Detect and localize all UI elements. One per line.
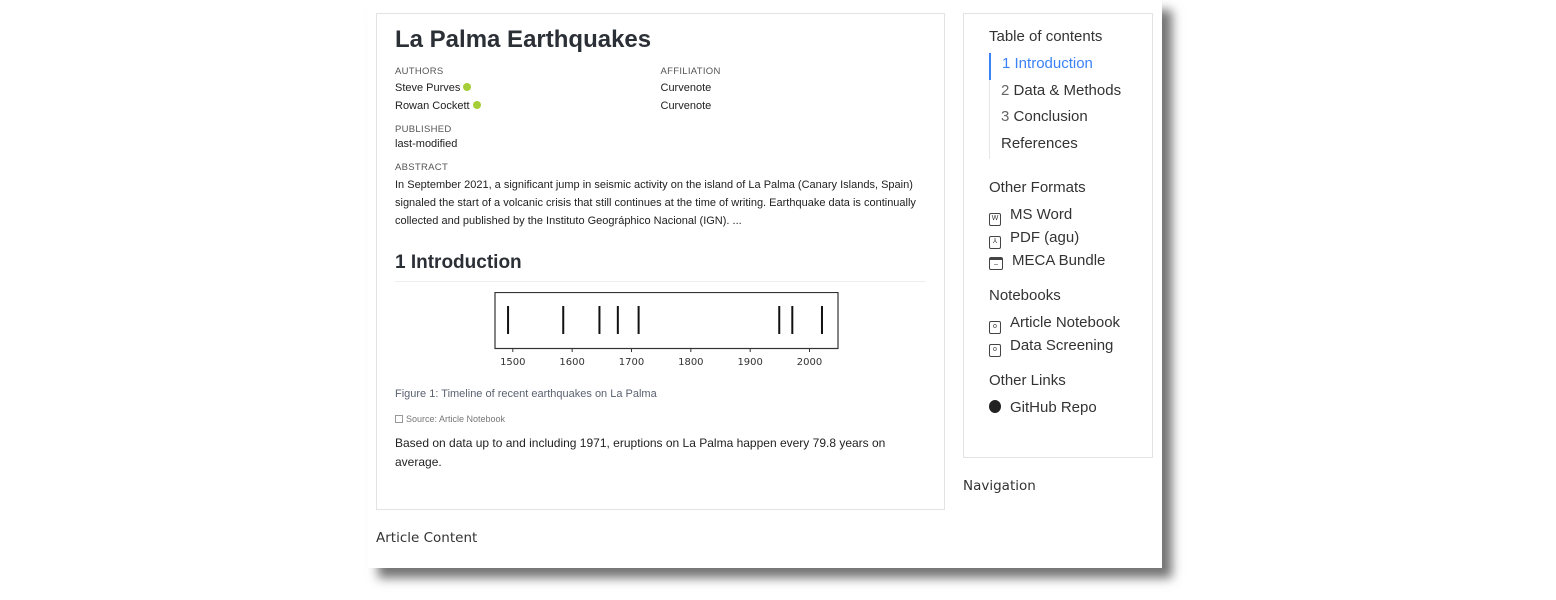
notebook-icon: o <box>989 344 1001 357</box>
notebook-article[interactable]: o Article Notebook <box>989 312 1152 335</box>
format-pdf[interactable]: ⅄ PDF (agu) <box>989 227 1152 250</box>
authors-label: AUTHORS <box>395 66 444 77</box>
x-tick-label: 2000 <box>797 357 822 368</box>
published-value: last-modified <box>395 138 458 150</box>
affiliation: Curvenote <box>660 100 712 112</box>
source-label: Source: Article Notebook <box>406 414 506 424</box>
article-content-label: Article Content <box>376 530 478 546</box>
affiliation-label: AFFILIATION <box>660 66 721 77</box>
archive-icon: – <box>989 257 1003 270</box>
notebook-label: Article Notebook <box>1010 314 1121 331</box>
affiliation: Curvenote <box>660 82 712 94</box>
toc-number: 3 <box>1001 108 1010 125</box>
published-label: PUBLISHED <box>395 124 452 135</box>
toc-title: Table of contents <box>989 28 1103 45</box>
body-paragraph: Based on data up to and including 1971, … <box>395 436 886 469</box>
github-icon <box>989 400 1001 413</box>
timeline-chart: 1500 1600 1700 1800 1900 2000 <box>494 292 839 368</box>
notebook-data-screening[interactable]: o Data Screening <box>989 335 1152 358</box>
format-meca[interactable]: – MECA Bundle <box>989 250 1152 273</box>
table-of-contents: 1 Introduction 2 Data & Methods 3 Conclu… <box>989 53 1152 159</box>
x-tick-label: 1800 <box>678 357 703 368</box>
toc-label: Data & Methods <box>1013 81 1122 99</box>
toc-item-introduction[interactable]: 1 Introduction <box>989 53 1152 80</box>
notebook-icon: o <box>989 321 1001 334</box>
author-name[interactable]: Rowan Cockett <box>395 100 470 112</box>
figure-caption: Figure 1: Timeline of recent earthquakes… <box>395 388 657 400</box>
source-link[interactable]: Source: Article Notebook <box>395 414 926 424</box>
navigation-panel: Table of contents 1 Introduction 2 Data … <box>963 13 1153 458</box>
format-label: PDF (agu) <box>1010 229 1080 246</box>
toc-label: Introduction <box>1014 55 1093 72</box>
orcid-icon[interactable] <box>463 83 472 91</box>
notebook-label: Data Screening <box>1010 337 1114 354</box>
plot-frame <box>494 292 839 350</box>
author-meta: AUTHORS Steve Purves Rowan Cockett AFFIL… <box>395 66 926 116</box>
format-label: MECA Bundle <box>1012 252 1106 269</box>
x-tick-label: 1600 <box>559 357 584 368</box>
format-ms-word[interactable]: W MS Word <box>989 204 1152 227</box>
article-title: La Palma Earthquakes <box>395 26 652 53</box>
toc-item-data-methods[interactable]: 2 Data & Methods <box>990 80 1152 107</box>
toc-number: 2 <box>1001 81 1010 99</box>
navigation-label: Navigation <box>963 478 1036 494</box>
x-tick-label: 1500 <box>500 357 525 368</box>
article-panel: La Palma Earthquakes AUTHORS Steve Purve… <box>376 13 945 510</box>
link-label: GitHub Repo <box>1010 399 1097 416</box>
notebooks-title: Notebooks <box>989 287 1061 304</box>
toc-number: 1 <box>1002 55 1011 72</box>
toc-item-references[interactable]: References <box>990 133 1152 160</box>
notebook-icon <box>395 415 403 423</box>
links-title: Other Links <box>989 372 1066 389</box>
toc-label: Conclusion <box>1013 108 1088 125</box>
figure: 1500 1600 1700 1800 1900 2000 <box>395 282 926 382</box>
toc-label: References <box>1001 134 1078 152</box>
orcid-icon[interactable] <box>472 101 481 109</box>
link-github[interactable]: GitHub Repo <box>989 397 1152 420</box>
formats-title: Other Formats <box>989 179 1086 196</box>
pdf-icon: ⅄ <box>989 236 1001 249</box>
toc-item-conclusion[interactable]: 3 Conclusion <box>990 106 1152 133</box>
abstract-text: In September 2021, a significant jump in… <box>395 179 916 227</box>
x-tick-label: 1700 <box>619 357 644 368</box>
x-tick-label: 1900 <box>737 357 762 368</box>
author-name[interactable]: Steve Purves <box>395 82 460 94</box>
abstract-label: ABSTRACT <box>395 162 449 173</box>
section-heading[interactable]: 1 Introduction <box>395 252 926 282</box>
format-label: MS Word <box>1010 206 1073 223</box>
word-icon: W <box>989 213 1001 226</box>
